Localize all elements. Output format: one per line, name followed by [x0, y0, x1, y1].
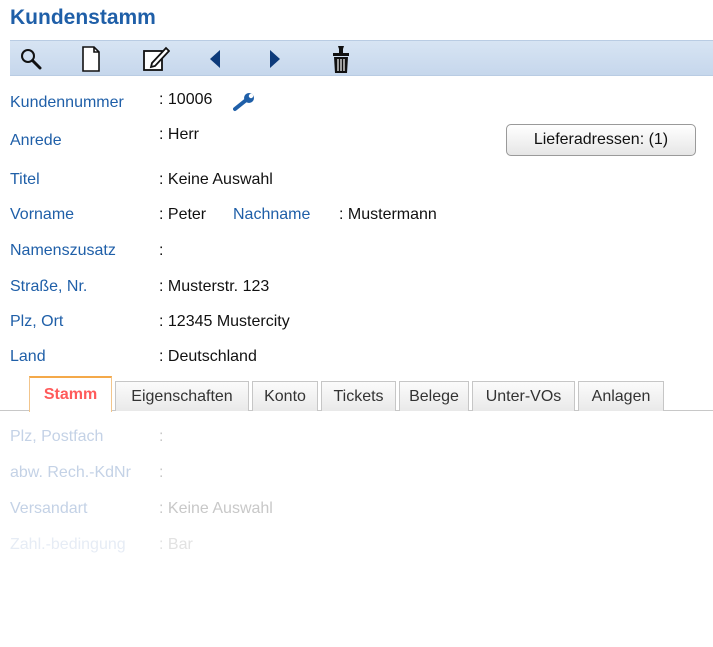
anrede-label: Anrede: [10, 132, 62, 149]
abw-rech-label: abw. Rech.-KdNr: [10, 464, 131, 481]
land-value: : Deutschland: [159, 348, 257, 365]
namenszusatz-value: :: [159, 242, 164, 259]
lieferadressen-button[interactable]: Lieferadressen: (1): [506, 124, 696, 156]
nachname-value: : Mustermann: [339, 206, 437, 223]
search-icon[interactable]: [16, 44, 46, 74]
tab-konto[interactable]: Konto: [252, 381, 318, 411]
abw-rech-value: :: [159, 464, 164, 481]
new-document-icon[interactable]: [76, 44, 106, 74]
tab-unter-vos[interactable]: Unter-VOs: [472, 381, 575, 411]
plz-postfach-label: Plz, Postfach: [10, 428, 104, 445]
zahlbedingung-value: : Bar: [159, 536, 193, 553]
tab-anlagen[interactable]: Anlagen: [578, 381, 664, 411]
versandart-label: Versandart: [10, 500, 88, 517]
tab-stamm[interactable]: Stamm: [29, 376, 112, 412]
namenszusatz-label: Namenszusatz: [10, 242, 116, 259]
plz-ort-value: : 12345 Mustercity: [159, 313, 290, 330]
toolbar: [10, 40, 713, 76]
edit-icon[interactable]: [141, 44, 171, 74]
plz-ort-label: Plz, Ort: [10, 313, 64, 330]
nachname-label: Nachname: [233, 206, 311, 223]
strasse-value: : Musterstr. 123: [159, 278, 270, 295]
next-icon[interactable]: [260, 44, 290, 74]
kundennummer-value: : 10006: [159, 91, 213, 108]
zahlbedingung-label: Zahl.-bedingung: [10, 536, 126, 553]
page-title: Kundenstamm: [10, 6, 156, 29]
delete-icon[interactable]: [326, 44, 356, 74]
plz-postfach-value: :: [159, 428, 164, 445]
versandart-value: : Keine Auswahl: [159, 500, 273, 517]
vorname-label: Vorname: [10, 206, 75, 223]
tab-bar: Stamm Eigenschaften Konto Tickets Belege…: [0, 376, 713, 412]
tab-tickets[interactable]: Tickets: [321, 381, 396, 411]
previous-icon[interactable]: [200, 44, 230, 74]
titel-label: Titel: [10, 171, 40, 188]
tab-belege[interactable]: Belege: [399, 381, 469, 411]
tab-eigenschaften[interactable]: Eigenschaften: [115, 381, 249, 411]
titel-value: : Keine Auswahl: [159, 171, 273, 188]
vorname-value: : Peter: [159, 206, 207, 223]
anrede-value: : Herr: [159, 126, 199, 143]
land-label: Land: [10, 348, 46, 365]
wrench-icon[interactable]: [233, 92, 257, 117]
kundennummer-label: Kundennummer: [10, 94, 124, 111]
strasse-label: Straße, Nr.: [10, 278, 88, 295]
